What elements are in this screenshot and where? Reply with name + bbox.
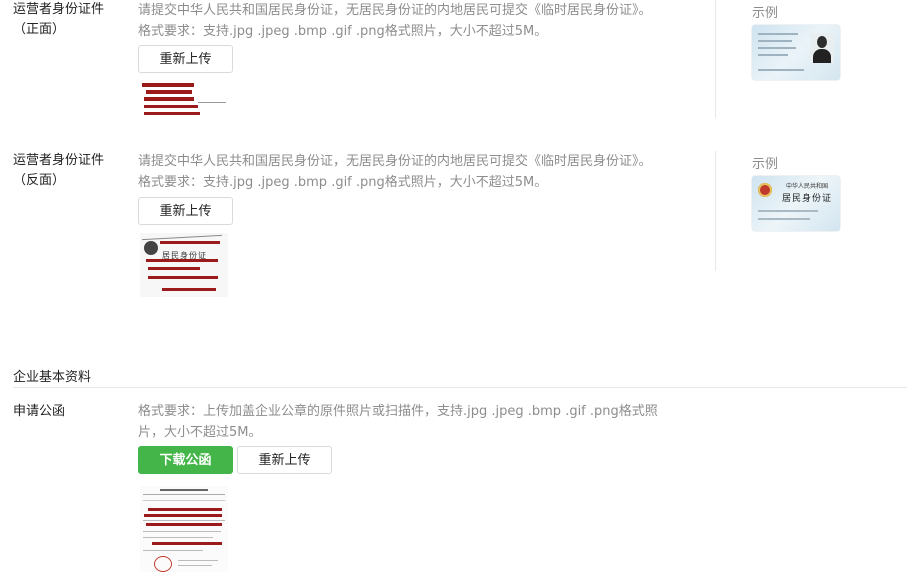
application-letter-label: 申请公函 <box>13 404 66 419</box>
front-id-sample-image <box>752 25 840 80</box>
section-title-enterprise-info: 企业基本资料 <box>13 370 92 385</box>
download-letter-button[interactable]: 下载公函 <box>138 446 233 474</box>
front-id-sample-label: 示例 <box>752 6 779 21</box>
back-id-divider <box>715 151 716 271</box>
back-id-sample-label: 示例 <box>752 157 779 172</box>
back-id-desc-line1: 请提交中华人民共和国居民身份证，无居民身份证的内地居民可提交《临时居民身份证》。 <box>138 154 652 169</box>
front-id-divider <box>715 0 716 118</box>
application-letter-desc-line2: 片，大小不超过5M。 <box>138 425 262 440</box>
back-id-sample-image: 中华人民共和国 居民身份证 <box>752 176 840 231</box>
back-id-uploaded-image[interactable]: 居民身份证 <box>140 233 228 297</box>
back-id-label: 运营者身份证件 （反面） <box>13 151 104 191</box>
front-id-desc-line2: 格式要求：支持.jpg .jpeg .bmp .gif .png格式照片，大小不… <box>138 24 548 39</box>
application-letter-description: 格式要求：上传加盖企业公章的原件照片或扫描件，支持.jpg .jpeg .bmp… <box>138 401 698 443</box>
section-divider <box>13 387 907 388</box>
back-id-sample-line1: 中华人民共和国 <box>785 183 828 190</box>
letter-reupload-button[interactable]: 重新上传 <box>237 446 332 474</box>
front-id-desc-line1: 请提交中华人民共和国居民身份证，无居民身份证的内地居民可提交《临时居民身份证》。 <box>138 3 652 18</box>
front-id-label-line1: 运营者身份证件 <box>13 2 105 17</box>
back-id-reupload-button[interactable]: 重新上传 <box>138 197 233 225</box>
application-letter-uploaded-image[interactable] <box>140 486 228 572</box>
application-letter-desc-line1: 格式要求：上传加盖企业公章的原件照片或扫描件，支持.jpg .jpeg .bmp… <box>138 404 658 419</box>
back-id-description: 请提交中华人民共和国居民身份证，无居民身份证的内地居民可提交《临时居民身份证》。… <box>138 151 698 193</box>
front-id-label: 运营者身份证件 （正面） <box>13 0 104 40</box>
front-id-label-line2: （正面） <box>13 22 66 37</box>
back-id-sample-line2: 居民身份证 <box>781 194 832 204</box>
back-id-label-line1: 运营者身份证件 <box>13 153 105 168</box>
front-id-reupload-button[interactable]: 重新上传 <box>138 45 233 73</box>
back-id-label-line2: （反面） <box>13 173 66 188</box>
front-id-uploaded-image[interactable] <box>140 80 230 118</box>
front-id-description: 请提交中华人民共和国居民身份证，无居民身份证的内地居民可提交《临时居民身份证》。… <box>138 0 698 42</box>
back-id-desc-line2: 格式要求：支持.jpg .jpeg .bmp .gif .png格式照片，大小不… <box>138 175 548 190</box>
